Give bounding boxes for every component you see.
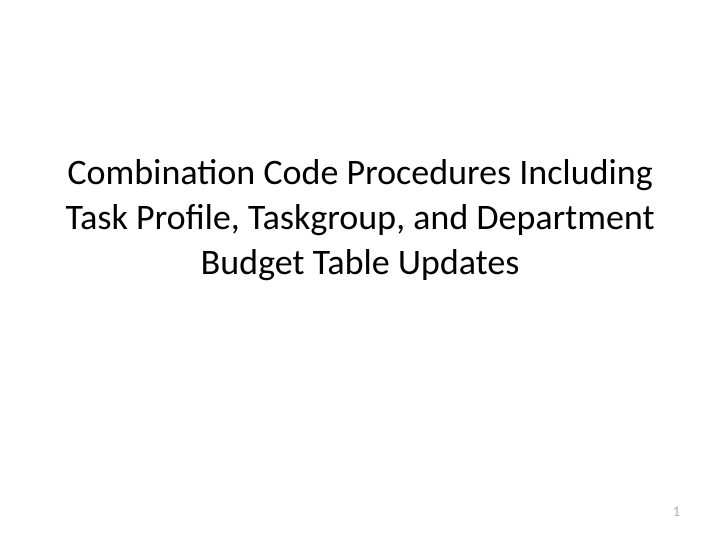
- page-number: 1: [673, 503, 680, 520]
- slide-container: Combination Code Procedures Including Ta…: [0, 0, 720, 540]
- slide-title: Combination Code Procedures Including Ta…: [50, 150, 670, 285]
